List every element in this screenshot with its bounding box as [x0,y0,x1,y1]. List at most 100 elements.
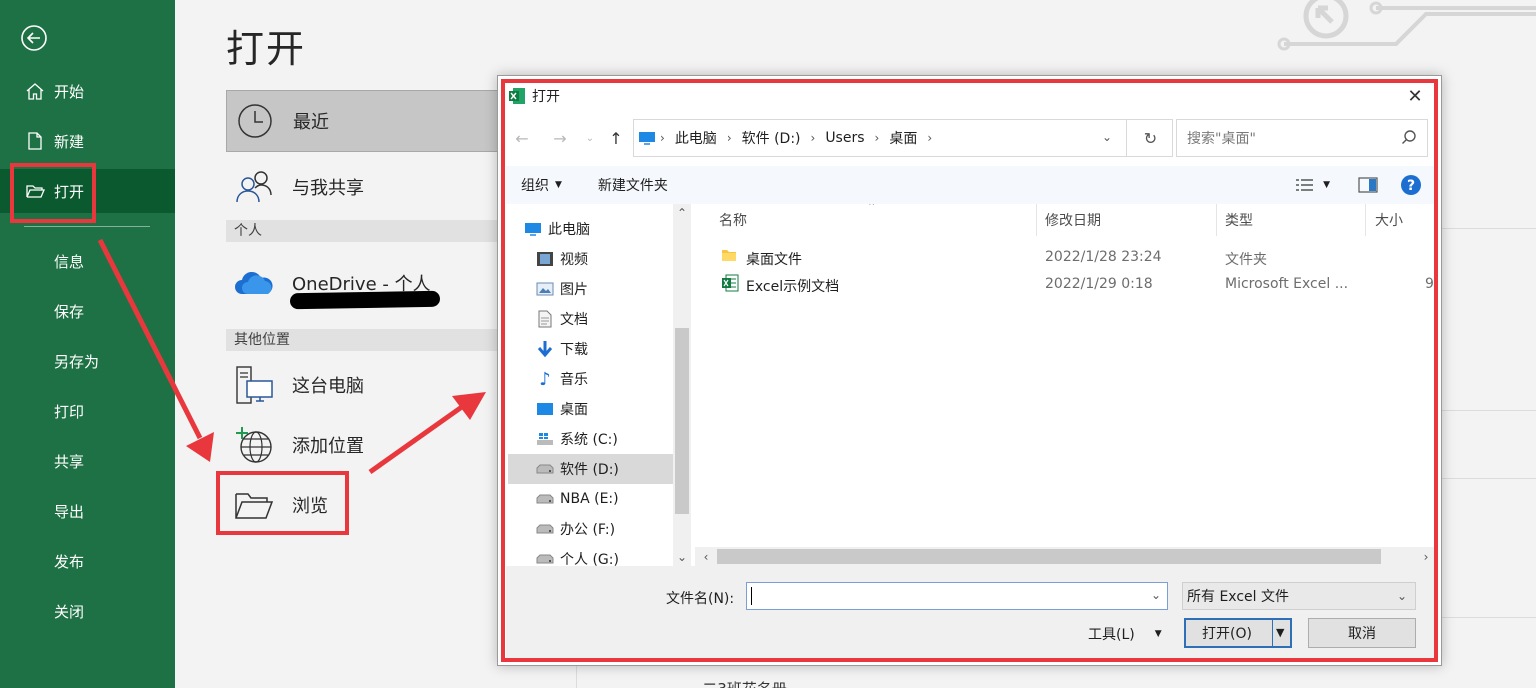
onedrive-cloud-icon [234,263,274,303]
sidebar-item-close[interactable]: 关闭 [0,589,175,633]
tree-item-label: 视频 [560,252,588,268]
scrollbar-thumb[interactable] [717,549,1381,564]
file-row[interactable]: Excel示例文档 2022/1/29 0:18 Microsoft Excel… [695,271,1435,298]
pictures-icon [536,280,554,298]
divider-line [1442,617,1536,618]
address-bar[interactable]: › 此电脑 › 软件 (D:) › Users › 桌面 › ⌄ [633,119,1173,157]
location-shared-with-me[interactable]: 与我共享 [226,156,498,218]
column-divider[interactable] [1365,204,1366,236]
sidebar-item-info[interactable]: 信息 [0,239,175,283]
chevron-down-icon: ⌄ [1396,589,1407,603]
tree-item-drive-g[interactable]: 个人 (G:) [536,544,693,566]
tree-item-pictures[interactable]: 图片 [536,274,693,304]
sort-arrow-icon: ⌃ [867,204,877,213]
sidebar-item-label: 共享 [54,452,85,471]
sidebar-item-home[interactable]: 开始 [0,69,175,113]
help-icon[interactable]: ? [1400,174,1422,196]
documents-icon [536,310,554,328]
forward-arrow-icon[interactable]: → [550,128,570,148]
breadcrumb-item[interactable]: Users [825,130,864,146]
sidebar-item-share[interactable]: 共享 [0,439,175,483]
sidebar-item-export[interactable]: 导出 [0,489,175,533]
tree-item-label: 办公 (F:) [560,522,616,538]
chevron-down-icon[interactable]: ⌄ [673,548,691,566]
chevron-right-icon[interactable]: › [660,131,665,145]
excel-file-icon [721,274,739,296]
tree-item-drive-d[interactable]: 软件 (D:) [508,454,673,484]
redaction-mark [289,290,441,310]
breadcrumb-item[interactable]: 桌面 [889,128,917,148]
sidebar-item-save[interactable]: 保存 [0,289,175,333]
up-arrow-icon[interactable]: ↑ [606,128,626,148]
tree-item-music[interactable]: ♪ 音乐 [536,364,693,394]
file-list: ⌃ 名称 修改日期 类型 大小 桌面文件 2022/1/28 23:24 文件夹… [695,204,1435,566]
file-name: Excel示例文档 [746,279,840,295]
refresh-icon[interactable]: ↻ [1126,119,1174,157]
open-button[interactable]: 打开(O) ▼ [1184,618,1292,648]
new-folder-button[interactable]: 新建文件夹 [598,175,668,195]
view-options-icon[interactable]: ▼ [1295,177,1330,193]
chevron-right-icon[interactable]: › [727,131,732,145]
location-recent[interactable]: 最近 [226,90,498,152]
text-caret [751,587,752,605]
column-divider[interactable] [1216,204,1217,236]
sidebar-item-save-as[interactable]: 另存为 [0,339,175,383]
tree-item-downloads[interactable]: 下载 [536,334,693,364]
chevron-right-icon[interactable]: › [927,131,932,145]
chevron-right-icon[interactable]: › [1417,547,1435,566]
clock-icon [235,101,275,141]
preview-pane-icon[interactable] [1358,177,1378,193]
dialog-title: 打开 [532,89,560,105]
back-arrow-icon[interactable] [20,24,48,52]
chevron-right-icon[interactable]: › [811,131,816,145]
column-header-size[interactable]: 大小 [1375,204,1403,236]
desktop-icon [536,400,554,418]
column-divider[interactable] [1036,204,1037,236]
file-list-horizontal-scrollbar[interactable]: ‹ › [695,547,1435,566]
chevron-up-icon[interactable]: ⌃ [673,204,691,222]
tree-item-drive-c[interactable]: 系统 (C:) [536,424,693,454]
sidebar-item-label: 开始 [54,82,85,101]
chevron-down-icon[interactable]: ⌄ [1102,130,1112,144]
tree-item-documents[interactable]: 文档 [536,304,693,334]
column-header-name[interactable]: 名称 [719,204,747,236]
caret-down-icon: ▼ [1154,629,1162,639]
sidebar-item-new[interactable]: 新建 [0,119,175,163]
scrollbar-thumb[interactable] [675,328,689,514]
tree-item-videos[interactable]: 视频 [536,244,693,274]
tree-scrollbar[interactable]: ⌃ ⌄ [673,204,691,566]
file-modified: 2022/1/29 0:18 [1045,276,1153,292]
location-label: 与我共享 [292,178,364,199]
chevron-left-icon[interactable]: ‹ [697,547,715,566]
breadcrumb-item[interactable]: 此电脑 [675,128,717,148]
location-this-pc[interactable]: 这台电脑 [226,354,498,416]
tree-item-drive-e[interactable]: NBA (E:) [536,484,693,514]
chevron-right-icon[interactable]: › [875,131,880,145]
breadcrumb-item[interactable]: 软件 (D:) [742,128,801,148]
search-input[interactable]: 搜索"桌面" [1176,119,1428,157]
file-type-select[interactable]: 所有 Excel 文件 ⌄ [1182,582,1416,610]
tree-item-this-pc[interactable]: 此电脑 [524,214,689,244]
tree-item-label: 下载 [560,342,588,358]
tree-item-label: 音乐 [560,372,588,388]
dialog-toolbar: 组织 ▼ 新建文件夹 ▼ ? [506,166,1434,204]
tools-menu[interactable]: 工具(L) ▼ [1088,624,1162,644]
chevron-down-icon[interactable]: ⌄ [1151,588,1161,602]
organize-menu[interactable]: 组织 ▼ [521,175,562,195]
file-row[interactable]: 桌面文件 2022/1/28 23:24 文件夹 [695,244,1435,271]
close-icon[interactable]: ✕ [1403,84,1427,108]
highlight-browse [216,471,349,535]
sidebar-item-publish[interactable]: 发布 [0,539,175,583]
svg-text:?: ? [1407,178,1415,194]
back-arrow-icon[interactable]: ← [512,128,532,148]
column-header-modified[interactable]: 修改日期 [1045,204,1101,236]
location-add-place[interactable]: 添加位置 [226,414,498,476]
sidebar-item-print[interactable]: 打印 [0,389,175,433]
cancel-button[interactable]: 取消 [1308,618,1416,648]
column-header-type[interactable]: 类型 [1225,204,1253,236]
tree-item-desktop[interactable]: 桌面 [536,394,693,424]
tree-item-drive-f[interactable]: 办公 (F:) [536,514,693,544]
filename-input[interactable]: ⌄ [746,582,1168,610]
caret-down-icon[interactable]: ▼ [1276,626,1284,639]
chevron-down-icon[interactable]: ⌄ [580,128,600,148]
